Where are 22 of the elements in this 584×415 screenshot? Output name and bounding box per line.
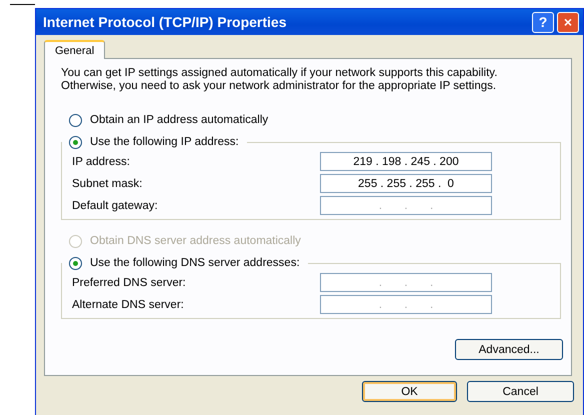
ip-address-field[interactable]: 255 . 255 . 255 . 0 [320, 174, 492, 193]
option-label: Obtain DNS server address automatically [90, 235, 301, 247]
option-label: Use the following IP address: [90, 136, 239, 148]
radio-button[interactable] [69, 136, 82, 148]
field-label: Default gateway: [72, 200, 158, 212]
dialog-button[interactable]: Cancel [467, 381, 574, 402]
radio-button[interactable] [69, 114, 82, 126]
window-title: Internet Protocol (TCP/IP) Properties [43, 14, 288, 30]
field-label: IP address: [72, 156, 130, 168]
radio-button[interactable] [69, 256, 82, 270]
field-label: Alternate DNS server: [72, 298, 184, 310]
option-label: Obtain an IP address automatically [90, 114, 268, 126]
option-label: Use the following DNS server addresses: [90, 257, 300, 269]
dialog-button[interactable]: OK [362, 381, 457, 402]
close-button[interactable]: × [557, 12, 579, 32]
field-label: Preferred DNS server: [72, 276, 186, 288]
tab[interactable]: General [44, 40, 106, 59]
field-label: Subnet mask: [72, 178, 142, 190]
advanced-button[interactable]: Advanced... [455, 339, 563, 360]
ip-address-field[interactable]: 219 . 198 . 245 . 200 [320, 152, 492, 171]
intro-text: You can get IP settings assigned automatically if your network supports this capability. Otherwise, you need to ask your network administrator for the appropriate IP settings. [61, 67, 498, 93]
help-button[interactable]: ? [532, 12, 554, 32]
